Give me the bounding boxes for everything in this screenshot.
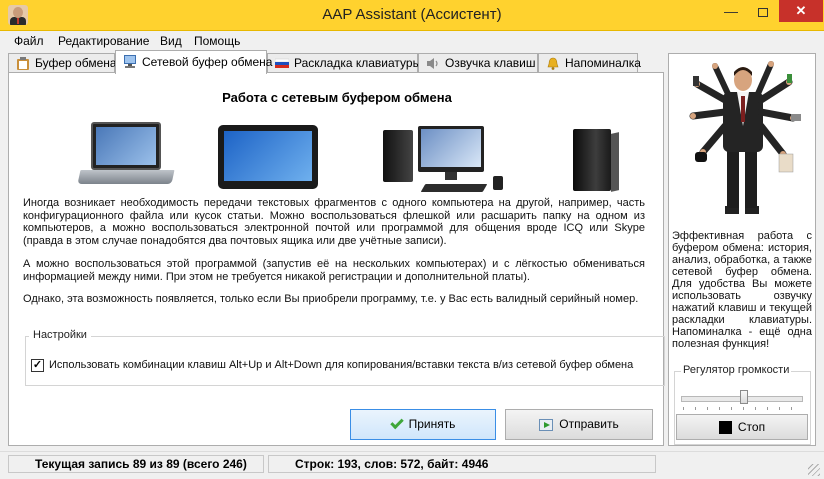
volume-ticks bbox=[683, 407, 803, 410]
menu-edit[interactable]: Редактирование bbox=[58, 34, 149, 48]
network-clipboard-panel: Работа с сетевым буфером обмена Иногда в… bbox=[8, 72, 665, 446]
speaker-icon bbox=[427, 58, 438, 69]
send-button[interactable]: Отправить bbox=[505, 409, 653, 440]
resize-grip-icon[interactable] bbox=[808, 464, 820, 476]
accept-button[interactable]: Принять bbox=[350, 409, 496, 440]
description-paragraph-3: Однако, эта возможность появляется, толь… bbox=[23, 293, 639, 305]
side-panel: Эффективная работа с буфером обмена: ист… bbox=[668, 53, 816, 446]
menu-file[interactable]: Файл bbox=[14, 34, 44, 48]
menu-bar: Файл Редактирование Вид Помощь bbox=[0, 31, 824, 51]
tab-key-sounds[interactable]: Озвучка клавиш bbox=[418, 53, 538, 73]
maximize-icon bbox=[758, 7, 768, 17]
status-bar: Текущая запись 89 из 89 (всего 246) Стро… bbox=[0, 451, 824, 479]
close-button[interactable]: ✕ bbox=[779, 0, 823, 22]
maximize-button[interactable] bbox=[748, 0, 778, 22]
promo-text: Эффективная работа с буфером обмена: ист… bbox=[672, 230, 812, 350]
stop-label: Стоп bbox=[737, 420, 766, 434]
menu-help[interactable]: Помощь bbox=[194, 34, 240, 48]
desktop-computer-icon bbox=[383, 126, 509, 198]
menu-view[interactable]: Вид bbox=[160, 34, 182, 48]
tab-label: Буфер обмена bbox=[35, 56, 117, 70]
multitasking-person-illustration bbox=[689, 61, 801, 214]
minimize-button[interactable]: — bbox=[716, 0, 746, 22]
check-icon bbox=[389, 416, 404, 430]
tab-label: Сетевой буфер обмена bbox=[142, 55, 273, 69]
hotkeys-checkbox[interactable]: ✓ bbox=[31, 359, 44, 372]
server-tower-icon bbox=[569, 129, 625, 195]
tablet-icon bbox=[218, 125, 324, 191]
stop-button[interactable]: Стоп bbox=[676, 414, 808, 440]
tab-keyboard-layout[interactable]: Раскладка клавиатуры bbox=[267, 53, 422, 73]
volume-slider-thumb[interactable] bbox=[740, 390, 749, 404]
russian-flag-icon bbox=[275, 58, 289, 68]
accept-label: Принять bbox=[408, 417, 456, 431]
description-paragraph-1: Иногда возникает необходимость передачи … bbox=[23, 197, 645, 247]
settings-legend: Настройки bbox=[29, 329, 91, 341]
network-computer-icon bbox=[124, 55, 136, 68]
status-stats: Строк: 193, слов: 572, байт: 4946 bbox=[268, 455, 656, 473]
stop-icon bbox=[718, 421, 732, 435]
send-label: Отправить bbox=[559, 417, 619, 431]
tab-network-clipboard[interactable]: Сетевой буфер обмена bbox=[115, 50, 272, 74]
tab-clipboard[interactable]: Буфер обмена bbox=[8, 53, 117, 73]
description-paragraph-2: А можно воспользоваться этой программой … bbox=[23, 258, 645, 283]
title-bar: AAP Assistant (Ассистент) — ✕ bbox=[0, 0, 824, 31]
tab-label: Напоминалка bbox=[565, 56, 641, 70]
tab-reminder[interactable]: Напоминалка bbox=[538, 53, 641, 73]
panel-heading: Работа с сетевым буфером обмена bbox=[222, 90, 452, 105]
bell-icon bbox=[547, 57, 559, 70]
laptop-icon bbox=[77, 122, 179, 188]
send-icon bbox=[539, 418, 554, 431]
status-record: Текущая запись 89 из 89 (всего 246) bbox=[8, 455, 264, 473]
clipboard-icon bbox=[17, 57, 29, 70]
tab-label: Озвучка клавиш bbox=[445, 56, 536, 70]
hotkeys-checkbox-label[interactable]: Использовать комбинации клавиш Alt+Up и … bbox=[49, 359, 633, 371]
window-title: AAP Assistant (Ассистент) bbox=[322, 6, 502, 23]
volume-legend: Регулятор громкости bbox=[681, 364, 792, 376]
tab-label: Раскладка клавиатуры bbox=[294, 56, 422, 70]
